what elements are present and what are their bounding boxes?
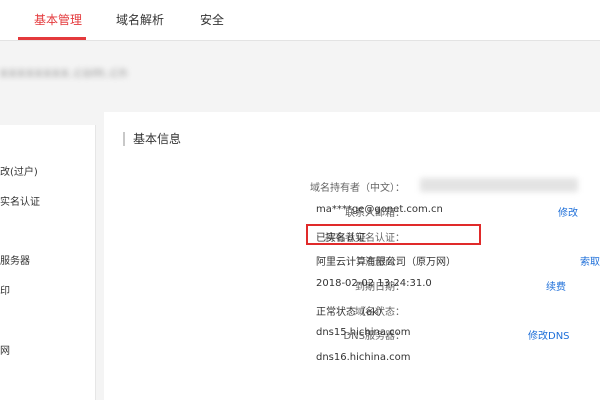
active-tab-indicator: [18, 37, 86, 40]
owner-label: 域名持有者（中文）：: [310, 183, 405, 194]
registrar-value: 阿里云计算有限公司（原万网）: [316, 257, 456, 268]
email-value: ma****ge@gonet.com.cn: [316, 204, 443, 215]
domain-title: xxxxxxxx.com.cn: [0, 66, 128, 81]
sidebar-item-verification[interactable]: 实名认证: [0, 193, 40, 208]
sidebar: 改(过户) 实名认证 服务器 印 网: [0, 125, 96, 400]
edit-dns-link[interactable]: 修改DNS: [528, 327, 570, 342]
dns-server-1: dns15.hichina.com: [316, 327, 411, 338]
tab-security[interactable]: 安全: [200, 0, 224, 40]
email-edit-link[interactable]: 修改: [558, 204, 578, 219]
tab-dns-resolution[interactable]: 域名解析: [116, 0, 164, 40]
owner-value-redacted: [420, 178, 578, 192]
expiry-value: 2018-02-02 13:24:31.0: [316, 278, 432, 289]
domain-status-value: 正常状态（ok）: [316, 307, 388, 318]
sidebar-item-dns-server[interactable]: 服务器: [0, 252, 30, 267]
registrar-link[interactable]: 索取: [580, 253, 600, 268]
section-title: 基本信息: [133, 132, 182, 146]
dns-server-2: dns16.hichina.com: [316, 352, 411, 363]
sidebar-item-web[interactable]: 网: [0, 342, 10, 357]
top-tab-bar: 基本管理 域名解析 安全: [0, 0, 600, 41]
sidebar-item-transfer[interactable]: 改(过户): [0, 163, 38, 178]
section-marker: [123, 132, 125, 146]
sidebar-item-print[interactable]: 印: [0, 282, 10, 297]
tab-basic-management[interactable]: 基本管理: [34, 0, 82, 40]
highlight-box: [306, 224, 481, 245]
renew-link[interactable]: 续费: [546, 278, 566, 293]
